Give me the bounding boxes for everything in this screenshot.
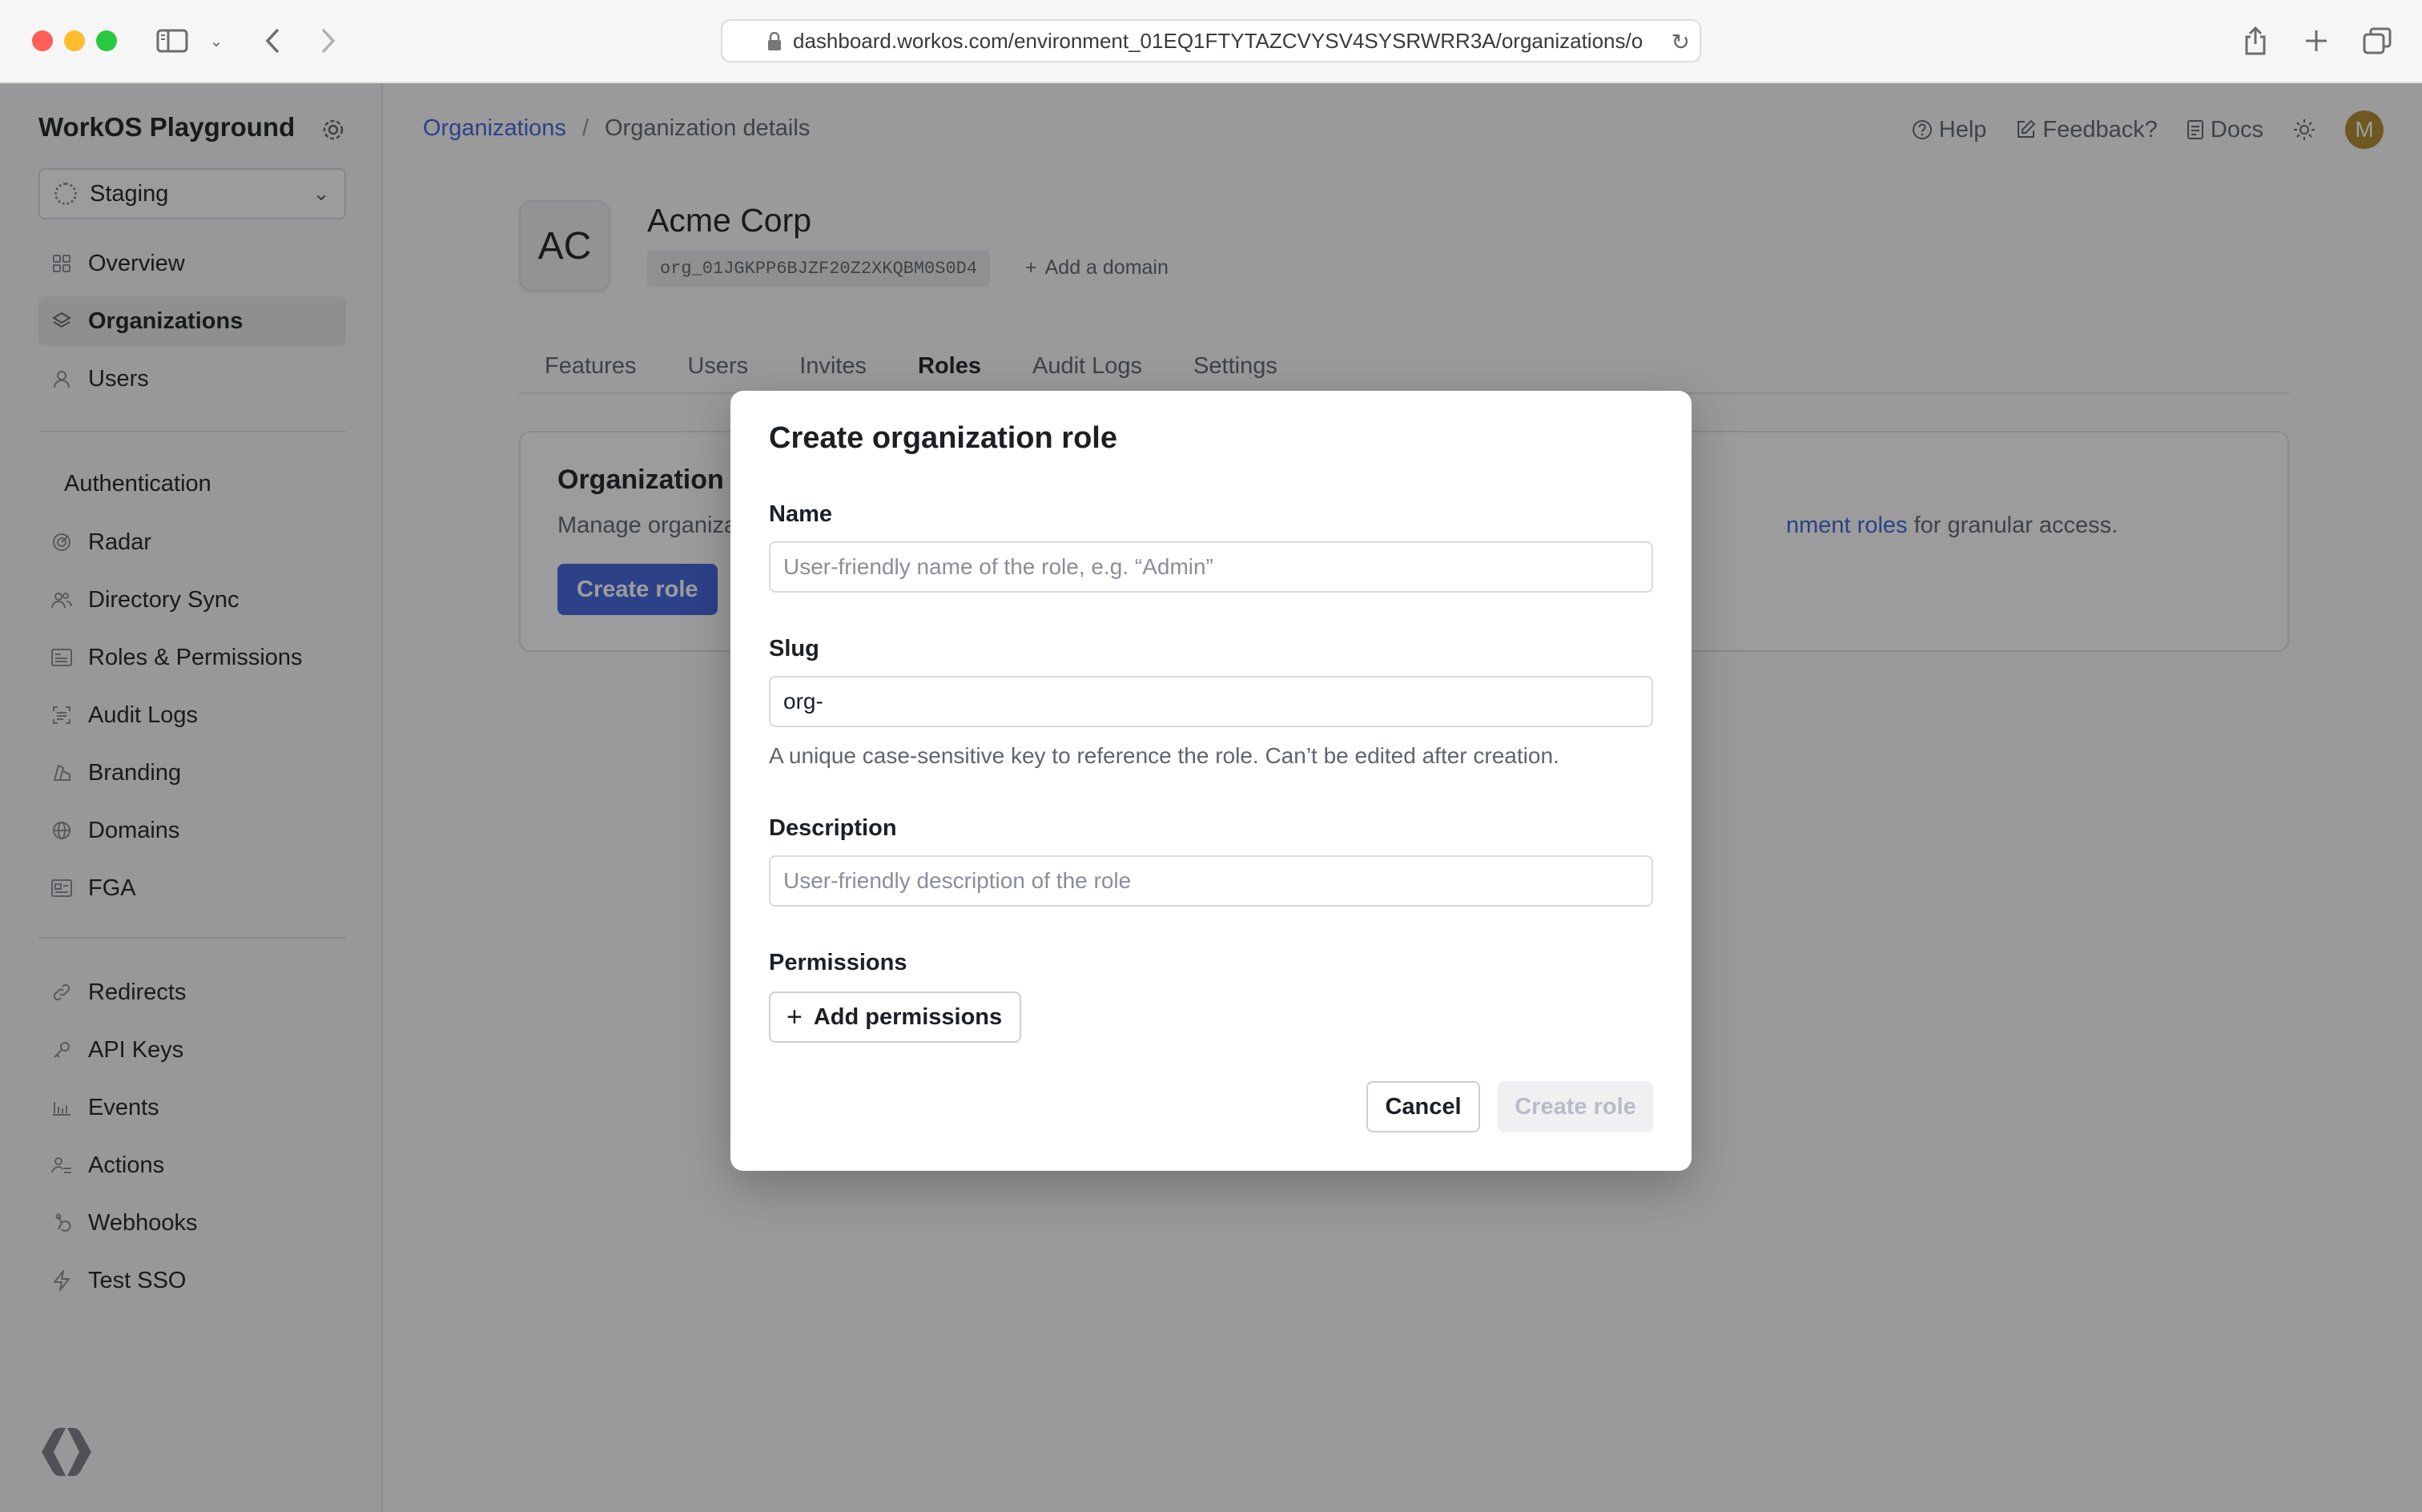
reload-icon[interactable]: ↻ bbox=[1672, 29, 1690, 55]
add-permissions-button[interactable]: + Add permissions bbox=[769, 991, 1022, 1043]
create-role-dialog: Create organization role Name Slug A uni… bbox=[730, 391, 1692, 1171]
address-bar[interactable]: dashboard.workos.com/environment_01EQ1FT… bbox=[721, 19, 1701, 62]
slug-input[interactable] bbox=[769, 676, 1653, 727]
description-input[interactable] bbox=[769, 855, 1653, 907]
close-window-button[interactable] bbox=[32, 30, 53, 51]
dialog-title: Create organization role bbox=[769, 421, 1117, 455]
plus-icon: + bbox=[787, 1001, 803, 1032]
cancel-button[interactable]: Cancel bbox=[1366, 1081, 1480, 1132]
share-icon[interactable] bbox=[2239, 22, 2271, 59]
lock-icon bbox=[768, 32, 781, 50]
description-label: Description bbox=[769, 815, 897, 841]
add-permissions-label: Add permissions bbox=[813, 1003, 1003, 1030]
chevron-left-icon[interactable] bbox=[258, 22, 287, 59]
url-text[interactable]: dashboard.workos.com/environment_01EQ1FT… bbox=[793, 29, 1658, 54]
slug-hint: A unique case-sensitive key to reference… bbox=[769, 743, 1559, 768]
tabs-icon[interactable] bbox=[2361, 22, 2393, 59]
chevron-down-icon[interactable]: ⌄ bbox=[207, 22, 226, 59]
browser-toolbar: ⌄ dashboard.workos.com/environment_01EQ1… bbox=[0, 0, 2422, 83]
slug-label: Slug bbox=[769, 636, 819, 662]
minimize-window-button[interactable] bbox=[64, 30, 85, 51]
chevron-right-icon[interactable] bbox=[314, 22, 343, 59]
name-input[interactable] bbox=[769, 541, 1653, 593]
name-label: Name bbox=[769, 501, 832, 527]
sidebar-icon[interactable] bbox=[155, 22, 189, 59]
plus-icon[interactable] bbox=[2300, 22, 2332, 59]
create-role-submit-button[interactable]: Create role bbox=[1498, 1081, 1653, 1132]
permissions-label: Permissions bbox=[769, 950, 907, 975]
zoom-window-button[interactable] bbox=[96, 30, 117, 51]
